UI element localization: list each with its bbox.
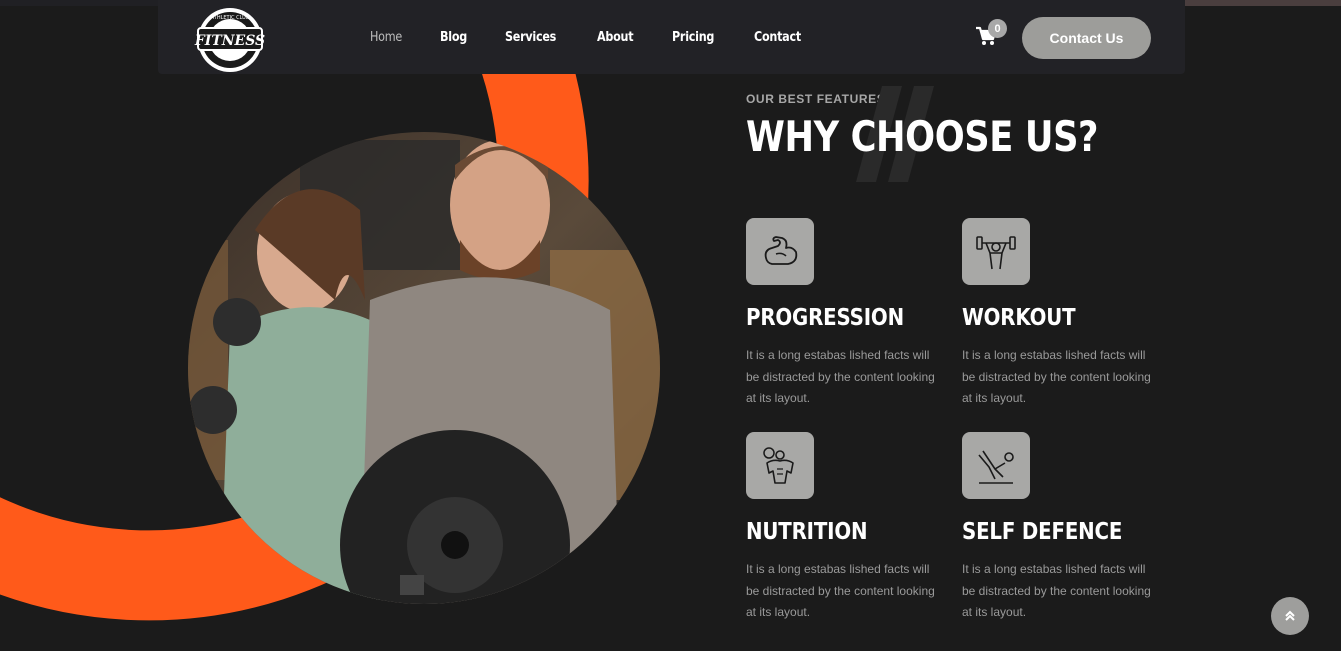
feature-icon-box — [746, 432, 814, 499]
feature-icon-box — [746, 218, 814, 285]
nav-pricing[interactable]: Pricing — [672, 30, 714, 45]
svg-text:ATHLETIC CLUB: ATHLETIC CLUB — [211, 15, 250, 21]
section-title: WHY CHOOSE US? — [746, 112, 1099, 161]
feature-self-defence: SELF DEFENCE It is a long estabas lished… — [962, 432, 1162, 619]
scroll-to-top-button[interactable] — [1271, 597, 1309, 635]
contact-us-button[interactable]: Contact Us — [1022, 17, 1151, 59]
top-strip-image — [1185, 0, 1341, 6]
feature-title: WORKOUT — [962, 305, 1076, 331]
nav-blog[interactable]: Blog — [440, 30, 467, 45]
bodybuilder-icon — [763, 446, 794, 484]
feature-icon-box — [962, 218, 1030, 285]
feature-text: It is a long estabas lished facts will b… — [962, 562, 1151, 619]
situp-icon — [978, 450, 1014, 484]
feature-workout: WORKOUT It is a long estabas lished fact… — [962, 218, 1162, 405]
feature-progression: PROGRESSION It is a long estabas lished … — [746, 218, 946, 405]
dumbbell-lift-icon — [976, 235, 1016, 269]
hero-illustration — [0, 0, 660, 621]
fitness-logo[interactable]: FITNESS ATHLETIC CLUB — [192, 2, 268, 74]
double-chevron-up-icon — [1285, 610, 1295, 621]
nav-home[interactable]: Home — [370, 30, 402, 45]
nav-services[interactable]: Services — [505, 30, 556, 45]
flexed-arm-icon — [764, 235, 798, 265]
nav-about[interactable]: About — [597, 30, 634, 45]
feature-nutrition: NUTRITION It is a long estabas lished fa… — [746, 432, 946, 619]
feature-title: SELF DEFENCE — [962, 519, 1123, 545]
feature-title: NUTRITION — [746, 519, 868, 545]
feature-text: It is a long estabas lished facts will b… — [962, 348, 1151, 405]
main-nav: Home Blog Services About Pricing Contact — [370, 0, 842, 74]
cart-count-badge: 0 — [988, 19, 1007, 38]
feature-icon-box — [962, 432, 1030, 499]
svg-text:FITNESS: FITNESS — [194, 33, 265, 49]
feature-title: PROGRESSION — [746, 305, 904, 331]
feature-text: It is a long estabas lished facts will b… — [746, 562, 935, 619]
feature-text: It is a long estabas lished facts will b… — [746, 348, 935, 405]
nav-contact[interactable]: Contact — [754, 30, 801, 45]
navbar: FITNESS ATHLETIC CLUB Home Blog Services… — [158, 0, 1185, 74]
